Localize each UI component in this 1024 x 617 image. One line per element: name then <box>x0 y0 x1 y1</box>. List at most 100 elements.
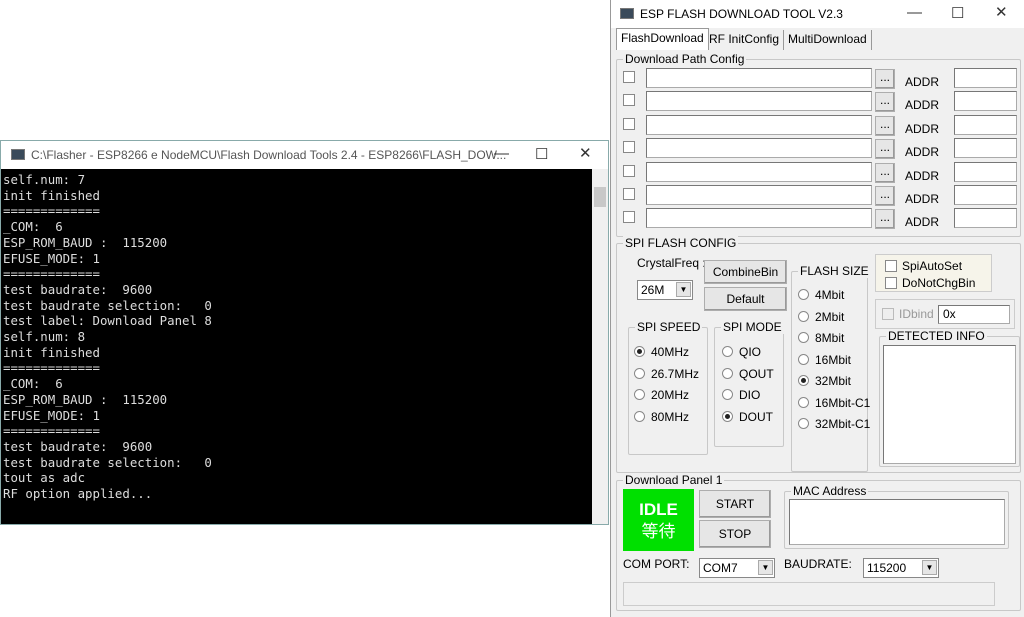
path-input[interactable] <box>646 138 872 159</box>
minimize-button[interactable]: — <box>907 4 922 21</box>
addr-input[interactable] <box>954 114 1017 135</box>
radio-qout[interactable] <box>722 367 733 379</box>
path-enable-checkbox[interactable] <box>623 117 635 130</box>
addr-input[interactable] <box>954 208 1017 229</box>
radio-label: 32Mbit <box>815 374 852 388</box>
browse-button[interactable]: ... <box>875 139 895 160</box>
console-scrollbar[interactable] <box>592 169 608 524</box>
console-line: RF option applied... <box>3 486 153 502</box>
maximize-button[interactable]: ☐ <box>535 145 548 163</box>
path-input[interactable] <box>646 114 872 135</box>
browse-button[interactable]: ... <box>875 115 895 136</box>
radio-label: 4Mbit <box>815 288 845 302</box>
console-line: test baudrate selection: 0 <box>3 454 212 470</box>
browse-button[interactable]: ... <box>875 92 895 113</box>
detected-info-text[interactable] <box>883 345 1016 464</box>
flash-tool-window: ESP FLASH DOWNLOAD TOOL V2.3 — ☐ ✕ Flash… <box>610 0 1024 617</box>
radio-label: 26.7MHz <box>651 366 700 381</box>
flash-size-group: FLASH SIZE 4Mbit 2Mbit 8Mbit 16Mbit 32Mbit 16M… <box>791 264 871 472</box>
console-output: self.num: 7 init finished ============= _CO… <box>1 169 592 524</box>
path-enable-checkbox[interactable] <box>623 188 635 200</box>
radio-8mbit[interactable] <box>798 332 809 343</box>
path-enable-checkbox[interactable] <box>623 71 635 83</box>
tool-title-bar[interactable]: ESP FLASH DOWNLOAD TOOL V2.3 — ☐ ✕ <box>611 0 1024 28</box>
radio-qio[interactable] <box>722 346 733 357</box>
radio-2mbit[interactable] <box>798 310 809 322</box>
baudrate-select[interactable]: 115200 ▼ <box>863 558 939 578</box>
browse-button[interactable]: ... <box>875 186 895 206</box>
radio-32mbit[interactable] <box>798 375 809 386</box>
radio-dout[interactable] <box>722 410 733 422</box>
addr-label: ADDR <box>905 98 940 113</box>
console-line: ESP_ROM_BAUD : 115200 <box>3 391 168 407</box>
addr-input[interactable] <box>954 68 1017 88</box>
detected-info-group: DETECTED INFO <box>879 329 1020 467</box>
do-not-chg-bin-checkbox[interactable] <box>885 277 897 289</box>
chevron-down-icon: ▼ <box>676 282 691 297</box>
path-input[interactable] <box>646 185 872 205</box>
start-button[interactable]: START <box>699 490 771 518</box>
close-button[interactable]: ✕ <box>579 144 592 162</box>
stop-button[interactable]: STOP <box>699 520 771 548</box>
tool-app-icon <box>620 8 634 19</box>
console-line: ============= <box>3 423 100 439</box>
console-line: self.num: 7 <box>3 172 86 187</box>
radio-4mbit[interactable] <box>798 289 809 300</box>
radio-label: DOUT <box>739 409 773 424</box>
radio-26-7mhz[interactable] <box>634 367 645 379</box>
addr-label: ADDR <box>905 145 940 160</box>
idbind-input[interactable]: 0x <box>938 305 1010 324</box>
addr-input[interactable] <box>954 161 1017 182</box>
crystal-freq-select[interactable]: 26M ▼ <box>637 280 693 300</box>
addr-label: ADDR <box>905 215 940 230</box>
scrollbar-thumb[interactable] <box>594 187 606 207</box>
radio-16mbit-c1[interactable] <box>798 396 809 408</box>
path-input[interactable] <box>646 208 872 229</box>
minimize-button[interactable]: — <box>494 145 509 162</box>
radio-16mbit[interactable] <box>798 353 809 365</box>
radio-label: 32Mbit-C1 <box>815 417 871 431</box>
combine-bin-button[interactable]: CombineBin <box>704 260 787 284</box>
path-enable-checkbox[interactable] <box>623 211 635 224</box>
path-enable-checkbox[interactable] <box>623 141 635 154</box>
mac-address-text[interactable] <box>789 499 1005 545</box>
path-input[interactable] <box>646 91 872 112</box>
close-button[interactable]: ✕ <box>995 3 1008 21</box>
default-button[interactable]: Default <box>704 287 787 311</box>
path-input[interactable] <box>646 161 872 182</box>
com-port-value: COM7 <box>703 561 738 575</box>
addr-label: ADDR <box>905 192 940 206</box>
idbind-box: IDbind 0x <box>875 299 1015 329</box>
auto-set-options: SpiAutoSet DoNotChgBin <box>875 254 992 292</box>
maximize-button[interactable]: ☐ <box>951 4 964 22</box>
addr-input[interactable] <box>954 138 1017 159</box>
radio-20mhz[interactable] <box>634 389 645 400</box>
tab-multi-download[interactable]: MultiDownload <box>784 30 872 50</box>
browse-button[interactable]: ... <box>875 162 895 183</box>
console-line: ESP_ROM_BAUD : 115200 <box>3 234 168 250</box>
console-line: init finished <box>3 187 100 203</box>
radio-40mhz[interactable] <box>634 346 645 357</box>
radio-32mbit-c1[interactable] <box>798 418 809 429</box>
radio-80mhz[interactable] <box>634 410 645 422</box>
com-port-label: COM PORT: <box>623 557 690 571</box>
radio-dio[interactable] <box>722 389 733 400</box>
idbind-checkbox[interactable] <box>882 308 894 320</box>
tab-flash-download[interactable]: FlashDownload <box>616 28 709 50</box>
console-title-bar[interactable]: C:\Flasher - ESP8266 e NodeMCU\Flash Dow… <box>1 141 608 169</box>
addr-input[interactable] <box>954 185 1017 205</box>
spi-auto-set-checkbox[interactable] <box>885 260 897 272</box>
path-input[interactable] <box>646 68 872 88</box>
baudrate-value: 115200 <box>867 561 907 575</box>
crystal-freq-value: 26M <box>641 283 665 297</box>
console-line: _COM: 6 <box>3 219 63 235</box>
console-line: ============= <box>3 266 100 282</box>
com-port-select[interactable]: COM7 ▼ <box>699 558 775 578</box>
browse-button[interactable]: ... <box>875 209 895 230</box>
path-enable-checkbox[interactable] <box>623 164 635 177</box>
addr-input[interactable] <box>954 91 1017 112</box>
tab-rf-init-config[interactable]: RF InitConfig <box>705 30 785 50</box>
path-enable-checkbox[interactable] <box>623 94 635 107</box>
radio-label: 20MHz <box>651 388 690 402</box>
browse-button[interactable]: ... <box>875 69 895 89</box>
